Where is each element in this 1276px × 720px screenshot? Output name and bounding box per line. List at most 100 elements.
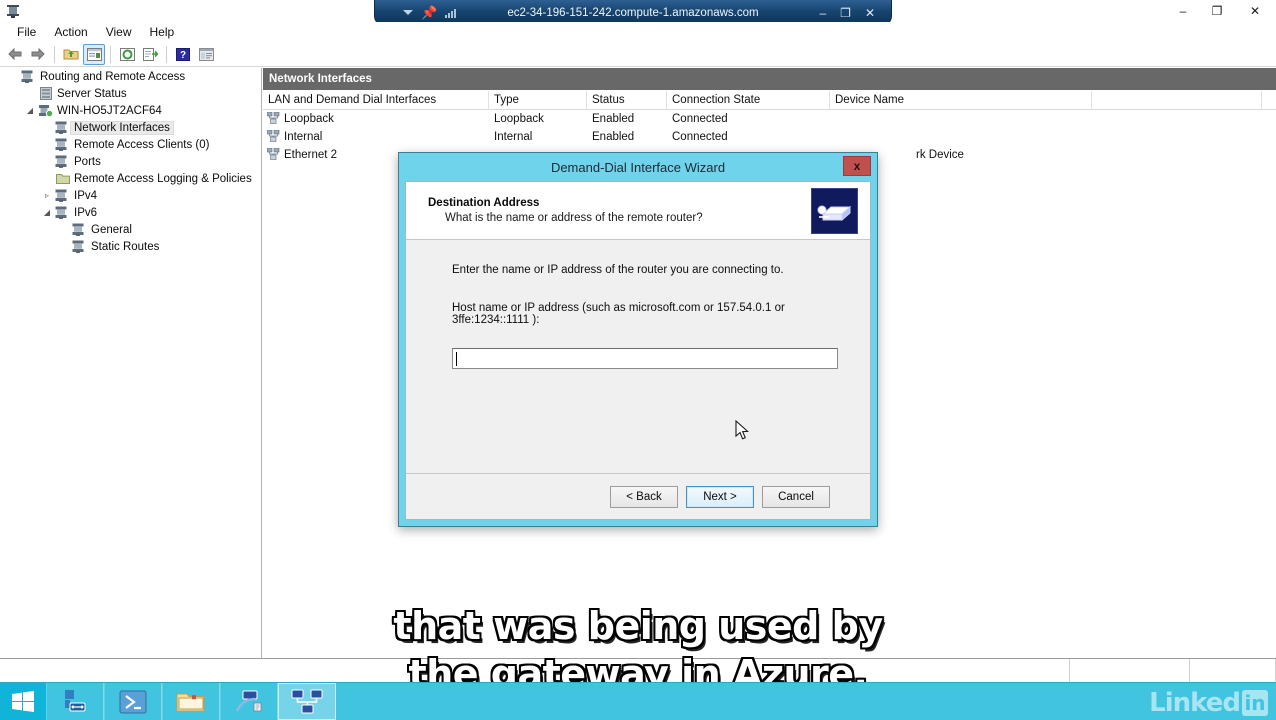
tree-item-general[interactable]: General [0,221,261,238]
toolbar-separator [166,45,167,63]
network-interface-icon [266,111,280,127]
tree-expander-icon[interactable]: ◢ [23,106,37,115]
menu-view[interactable]: View [97,23,141,41]
status-cell-main [0,658,1070,683]
tree-item-network-interfaces[interactable]: Network Interfaces [0,119,261,136]
window-minimize-button[interactable]: – [1168,0,1198,22]
rdp-restore-button[interactable]: ❐ [840,7,851,19]
pane-title: Network Interfaces [263,68,1276,91]
network-interface-icon [266,147,280,163]
cell-interface-name: Loopback [263,110,489,128]
tree-item-remote-access-clients-0[interactable]: Remote Access Clients (0) [0,136,261,153]
column-header-connection-state[interactable]: Connection State [667,90,830,110]
refresh-icon[interactable] [116,44,138,65]
interface-name-label: Internal [284,131,323,143]
tree-item-remote-access-logging-policies[interactable]: Remote Access Logging & Policies [0,170,261,187]
properties-icon[interactable] [83,43,105,65]
windows-start-icon[interactable] [0,683,46,720]
wizard-step-subtitle: What is the name or address of the remot… [445,212,703,224]
server-manager-icon[interactable] [46,683,104,720]
dialog-titlebar[interactable]: Demand-Dial Interface Wizard x [399,153,877,181]
tree-expander-icon[interactable]: ▹ [40,191,54,200]
up-one-level-icon[interactable] [60,44,82,65]
windows-taskbar [0,682,1276,720]
tree-item-routing-and-remote-access[interactable]: Routing and Remote Access [0,68,261,85]
tree-item-label: Server Status [57,87,127,100]
table-row[interactable]: Internal Internal Enabled Connected [263,128,1276,146]
mmc-console-icon [5,3,21,19]
chevron-down-icon[interactable] [403,10,413,15]
logging-policies-folder-icon [54,172,71,185]
general-icon [71,223,88,236]
forward-arrow-icon[interactable] [27,44,49,65]
network-interfaces-icon [54,121,71,134]
cell-device-name [830,128,1092,146]
toolbar-separator [54,45,55,63]
column-header-type[interactable]: Type [489,90,587,110]
router-device-icon [811,188,858,234]
tree-item-ipv4[interactable]: ▹ IPv4 [0,187,261,204]
next-button[interactable]: Next > [686,485,754,508]
network-connections-icon[interactable] [220,683,278,720]
tree-item-label: Remote Access Logging & Policies [74,172,252,185]
interface-name-label: Ethernet 2 [284,149,338,161]
mouse-cursor [735,419,751,447]
tree-item-ports[interactable]: Ports [0,153,261,170]
watermark-badge: in [1242,690,1268,716]
file-explorer-icon[interactable] [162,683,220,720]
column-header-device-name[interactable]: Device Name [830,90,1092,110]
back-button[interactable]: < Back [610,485,678,508]
tree-item-ipv6[interactable]: ◢ IPv6 [0,204,261,221]
remote-desktop-screen: – ❐ ✕ 📌 ec2-34-196-151-242.compute-1.ama… [0,0,1276,720]
linkedin-watermark: Linked in [1149,688,1268,718]
watermark-text: Linked [1149,688,1241,718]
column-header-status[interactable]: Status [587,90,667,110]
remote-access-clients-icon [54,138,71,151]
list-column-header[interactable]: LAN and Demand Dial Interfaces Type Status… [263,90,1276,110]
text-caret [456,351,457,366]
tree-expander-icon[interactable]: ◢ [40,208,54,217]
back-arrow-icon[interactable] [4,44,26,65]
help-icon[interactable]: ? [172,44,194,65]
dialog-close-button[interactable]: x [843,156,871,176]
table-row[interactable]: Loopback Loopback Enabled Connected [263,110,1276,128]
tree-item-static-routes[interactable]: Static Routes [0,238,261,255]
rdp-window-controls: – ❐ ✕ [819,7,891,19]
rdp-close-button[interactable]: ✕ [865,7,875,19]
cancel-button[interactable]: Cancel [762,485,830,508]
tree-item-win-ho5jt2acf64[interactable]: ◢ WIN-HO5JT2ACF64 [0,102,261,119]
routing-remote-access-taskbar-icon[interactable] [278,683,336,720]
svg-text:?: ? [180,50,186,61]
menu-file[interactable]: File [8,23,45,41]
tree-item-label: Remote Access Clients (0) [74,138,210,151]
tree-item-label: Ports [74,155,101,168]
window-close-button[interactable]: ✕ [1240,0,1270,22]
rdp-minimize-button[interactable]: – [819,7,826,19]
show-console-tree-icon[interactable] [195,44,217,65]
dialog-title: Demand-Dial Interface Wizard [550,159,726,175]
demand-dial-interface-wizard-dialog: Demand-Dial Interface Wizard x Destinati… [398,152,878,527]
wizard-banner: Destination Address What is the name or … [406,182,870,240]
status-cell-2 [1070,658,1190,683]
column-header-lan-and-demand-dial-interfaces[interactable]: LAN and Demand Dial Interfaces [263,90,489,110]
menu-help[interactable]: Help [141,23,184,41]
console-tree-pane[interactable]: Routing and Remote Access Server Status ◢ W… [0,68,262,658]
host-name-or-ip-input[interactable] [452,348,838,369]
ports-icon [54,155,71,168]
wizard-step-title: Destination Address [428,197,540,209]
export-list-icon[interactable] [139,44,161,65]
pin-icon[interactable]: 📌 [421,6,437,19]
host-field-label: Host name or IP address (such as microso… [452,302,785,326]
routing-remote-access-icon [20,70,37,83]
toolbar-separator [110,45,111,63]
tree-item-label: General [91,223,132,236]
signal-strength-icon [445,8,457,18]
dialog-footer: < Back Next > Cancel [406,473,870,519]
tree-item-server-status[interactable]: Server Status [0,85,261,102]
column-header-blank[interactable] [1092,90,1262,110]
powershell-icon[interactable] [104,683,162,720]
window-maximize-button[interactable]: ❐ [1202,0,1232,22]
menu-action[interactable]: Action [45,23,96,41]
status-bar [0,658,1276,683]
toolbar: ? [0,42,1276,67]
